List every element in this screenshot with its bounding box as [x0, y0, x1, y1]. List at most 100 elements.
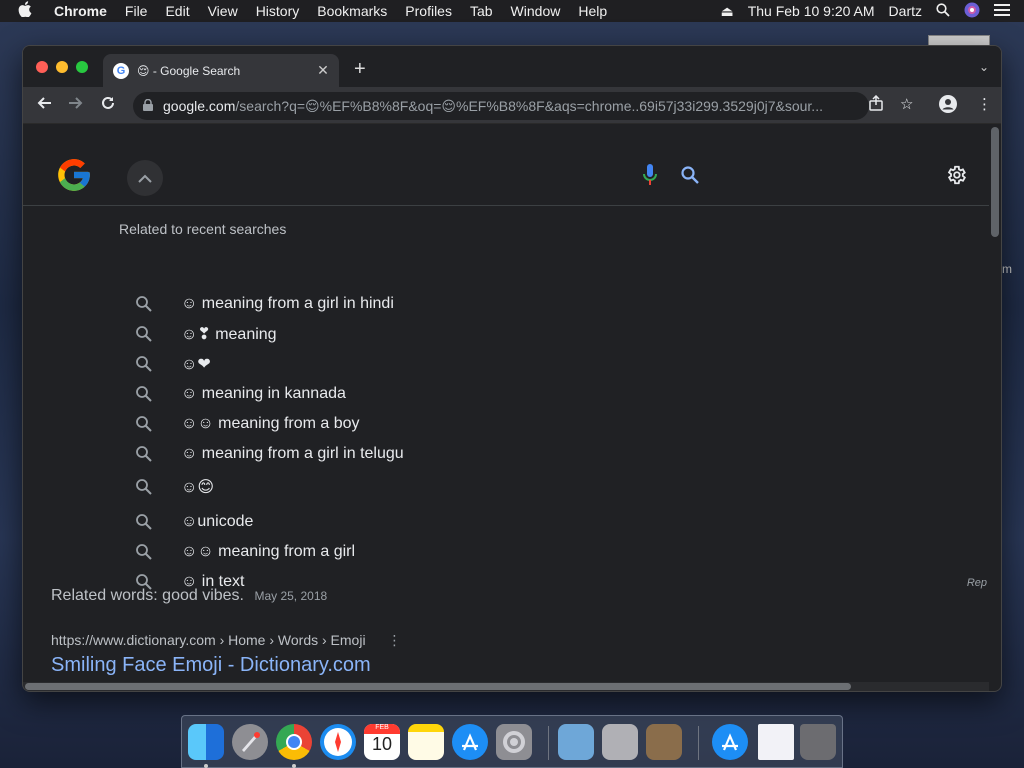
forward-icon[interactable] [65, 95, 87, 117]
result-url-text: https://www.dictionary.com › Home › Word… [51, 632, 366, 648]
bookmark-star-icon[interactable]: ☆ [900, 95, 913, 113]
reload-icon[interactable] [97, 95, 119, 117]
address-bar[interactable]: google.com /search?q=😌%EF%B8%8F&oq=😌%EF%… [133, 92, 869, 120]
control-center-icon[interactable] [994, 3, 1010, 20]
desktop-label-fragment: m [1002, 262, 1012, 276]
dock: FEB 10 [181, 715, 843, 768]
browser-window: G 😌 - Google Search ✕ + ⌄ google.com /se… [22, 45, 1002, 692]
search-icon [136, 356, 152, 372]
suggestion-item[interactable]: ☺ meaning in kannada [135, 379, 346, 409]
tab-title: 😌 - Google Search [137, 63, 241, 78]
related-words-text: Related words: good vibes. [51, 587, 244, 604]
siri-icon[interactable] [964, 2, 980, 21]
menu-help[interactable]: Help [578, 3, 607, 19]
suggestion-item[interactable]: ☺unicode [135, 507, 253, 537]
suggestion-item[interactable]: ☺❤ [135, 349, 211, 379]
menu-history[interactable]: History [256, 3, 300, 19]
dock-separator [698, 726, 699, 760]
zoom-window-button[interactable] [76, 61, 88, 73]
related-searches-title: Related to recent searches [119, 221, 287, 237]
page-content: Related to recent searches ☺ meaning fro… [23, 124, 989, 684]
menu-window[interactable]: Window [511, 3, 561, 19]
search-icon [136, 326, 152, 342]
microphone-icon[interactable] [643, 164, 661, 190]
suggestion-label: ☺☺ meaning from a boy [181, 415, 360, 432]
menu-profiles[interactable]: Profiles [405, 3, 452, 19]
collapse-chevron-icon[interactable] [127, 160, 163, 196]
horizontal-scrollbar[interactable] [25, 683, 851, 690]
settings-gear-icon[interactable] [945, 164, 969, 188]
google-logo-icon[interactable] [55, 156, 95, 196]
menu-chrome[interactable]: Chrome [54, 3, 107, 19]
eject-icon[interactable]: ⏏ [720, 3, 733, 20]
result-more-icon[interactable]: ⋮ [387, 632, 401, 648]
suggestion-label: ☺😊 [181, 479, 215, 496]
search-icon [136, 544, 152, 560]
safari-icon[interactable] [320, 724, 356, 760]
new-tab-icon[interactable]: + [354, 58, 366, 81]
document-icon[interactable] [758, 724, 794, 760]
menu-tab[interactable]: Tab [470, 3, 493, 19]
calendar-day: 10 [371, 734, 393, 754]
utility-icon[interactable] [602, 724, 638, 760]
profile-avatar-icon[interactable] [939, 95, 957, 117]
search-icon [136, 296, 152, 312]
suggestion-label: ☺❤ [181, 356, 211, 373]
close-window-button[interactable] [36, 61, 48, 73]
system-preferences-icon[interactable] [496, 724, 532, 760]
search-icon[interactable] [681, 166, 703, 188]
url-host: google.com [163, 98, 236, 114]
vertical-scrollbar[interactable] [991, 127, 999, 237]
running-indicator [292, 764, 296, 768]
search-icon [136, 446, 152, 462]
migration-icon[interactable] [558, 724, 594, 760]
menu-bar: Chrome File Edit View History Bookmarks … [0, 0, 1024, 22]
reader-icon[interactable] [646, 724, 682, 760]
notes-icon[interactable] [408, 724, 444, 760]
suggestion-item[interactable]: ☺☺ meaning from a boy [135, 409, 360, 439]
suggestion-item[interactable]: ☺☺ meaning from a girl [135, 537, 355, 567]
lock-icon[interactable] [143, 98, 153, 114]
suggestion-item[interactable]: ☺❣ meaning [135, 319, 277, 349]
suggestion-item[interactable]: ☺😊 [135, 472, 214, 502]
chrome-icon[interactable] [276, 724, 312, 760]
menu-edit[interactable]: Edit [165, 3, 189, 19]
more-menu-icon[interactable]: ⋮ [977, 95, 992, 113]
tab-search-chevron-icon[interactable]: ⌄ [979, 60, 989, 74]
suggestion-item[interactable]: ☺ meaning from a girl in hindi [135, 289, 394, 319]
horizontal-scroll-track [23, 682, 989, 691]
downloads-icon[interactable] [712, 724, 748, 760]
suggestion-item[interactable]: ☺ meaning from a girl in telugu [135, 439, 404, 469]
finder-icon[interactable] [188, 724, 224, 760]
menu-bookmarks[interactable]: Bookmarks [317, 3, 387, 19]
suggestion-label: ☺❣ meaning [181, 326, 277, 343]
close-tab-icon[interactable]: ✕ [315, 62, 331, 79]
back-icon[interactable] [33, 95, 55, 117]
clock[interactable]: Thu Feb 10 9:20 AM [748, 3, 875, 19]
tab-google-search[interactable]: G 😌 - Google Search ✕ [103, 54, 339, 87]
tab-strip: G 😌 - Google Search ✕ + ⌄ [23, 46, 1001, 87]
share-icon[interactable] [869, 94, 883, 115]
menu-view[interactable]: View [208, 3, 238, 19]
app-store-icon[interactable] [452, 724, 488, 760]
related-date: May 25, 2018 [254, 589, 328, 603]
result-title-link[interactable]: Smiling Face Emoji - Dictionary.com [51, 654, 371, 677]
dock-separator [548, 726, 549, 760]
apple-icon[interactable] [18, 1, 36, 21]
minimize-window-button[interactable] [56, 61, 68, 73]
google-header [23, 124, 989, 206]
search-icon [136, 416, 152, 432]
report-link[interactable]: Rep [967, 577, 987, 589]
user-name[interactable]: Dartz [889, 3, 922, 19]
calendar-icon[interactable]: FEB 10 [364, 724, 400, 760]
suggestion-label: ☺ meaning from a girl in hindi [181, 295, 394, 312]
suggestion-label: ☺☺ meaning from a girl [181, 543, 356, 560]
search-icon [136, 479, 152, 495]
calendar-month: FEB [364, 724, 400, 734]
spotlight-icon[interactable] [936, 2, 950, 20]
launchpad-icon[interactable] [232, 724, 268, 760]
trash-icon[interactable] [800, 724, 836, 760]
menu-file[interactable]: File [125, 3, 148, 19]
suggestion-label: ☺ meaning from a girl in telugu [181, 445, 404, 462]
suggestion-label: ☺unicode [181, 513, 254, 530]
